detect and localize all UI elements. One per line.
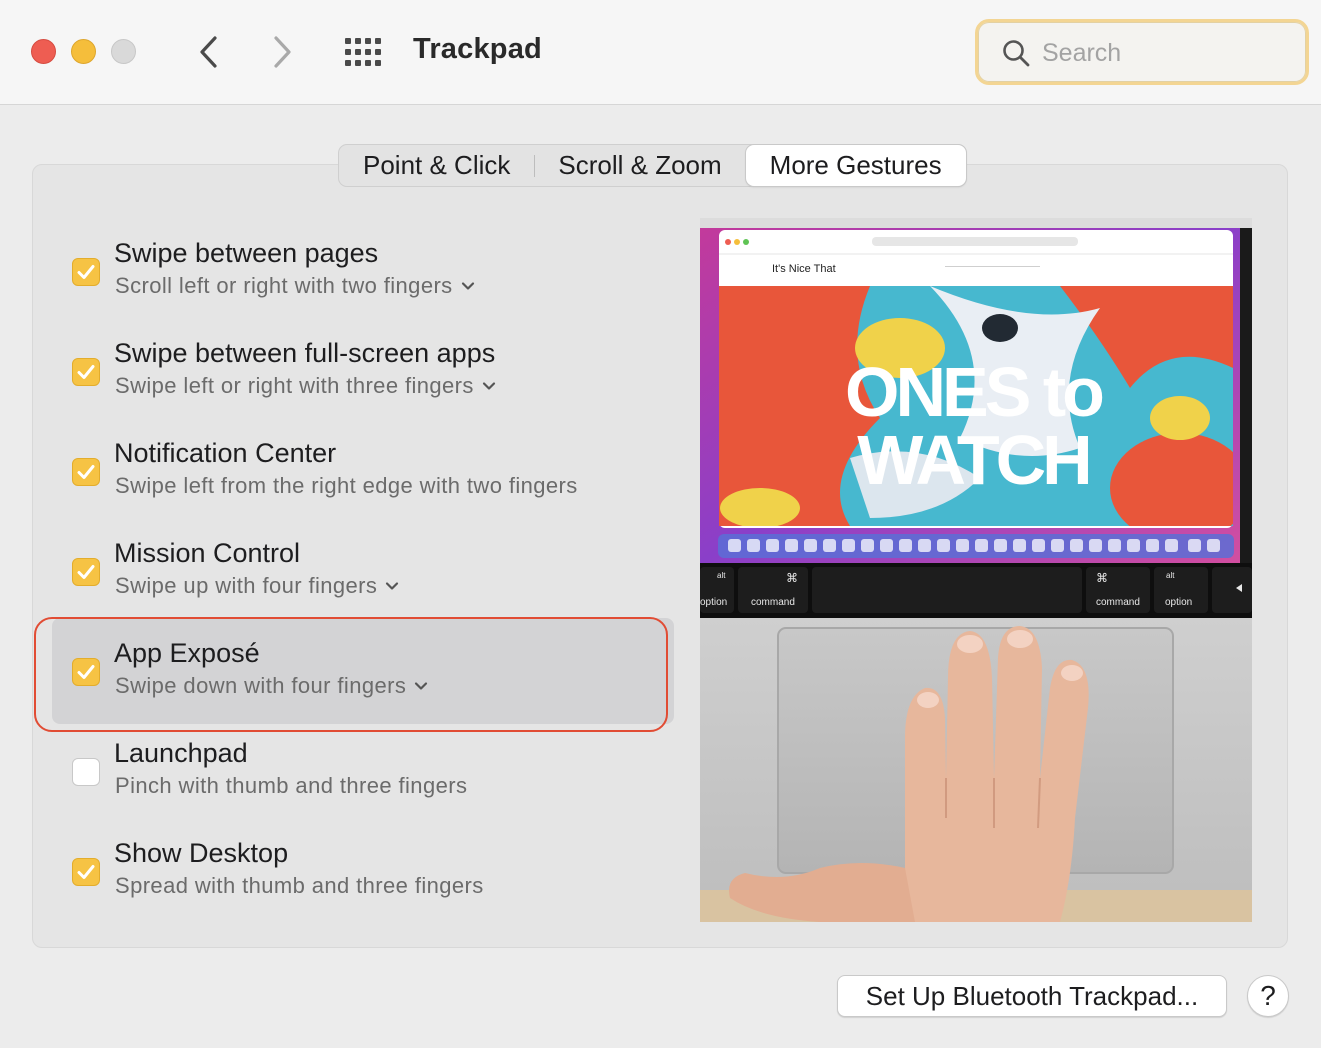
gesture-option-popup[interactable]: Swipe left or right with three fingers — [115, 373, 496, 399]
key-right-command: command — [1096, 597, 1140, 608]
chevron-left-icon — [200, 36, 217, 68]
checkbox[interactable] — [72, 258, 100, 286]
setup-bluetooth-trackpad-button[interactable]: Set Up Bluetooth Trackpad... — [837, 975, 1227, 1017]
checkmark-icon — [77, 365, 95, 379]
chevron-down-icon — [461, 282, 474, 290]
checkbox[interactable] — [72, 858, 100, 886]
tab-more-gestures[interactable]: More Gestures — [745, 145, 966, 186]
checkmark-icon — [77, 465, 95, 479]
preview-illustration: It's Nice That ONES to WATCH alt option … — [700, 218, 1252, 922]
checkmark-icon — [77, 665, 95, 679]
gesture-app-expose[interactable]: App Exposé Swipe down with four fingers — [52, 618, 674, 724]
gesture-launchpad[interactable]: Launchpad Pinch with thumb and three fin… — [52, 718, 674, 824]
gesture-subtitle: Swipe down with four fingers — [115, 673, 407, 698]
gesture-option-popup[interactable]: Scroll left or right with two fingers — [115, 273, 475, 299]
show-all-grid-icon[interactable] — [344, 37, 384, 67]
preview-headline-line1: ONES to — [845, 353, 1103, 431]
minimize-button[interactable] — [71, 39, 96, 64]
gesture-title: Show Desktop — [114, 838, 289, 868]
gesture-subtitle: Swipe up with four fingers — [115, 573, 378, 598]
tab-point-click[interactable]: Point & Click — [339, 145, 534, 186]
search-input[interactable] — [1042, 36, 1282, 70]
gesture-swipe-between-pages[interactable]: Swipe between pages Scroll left or right… — [52, 218, 674, 324]
chevron-down-icon — [415, 682, 428, 690]
key-right-cmd-symbol: ⌘ — [1096, 571, 1108, 585]
forward-button[interactable] — [263, 30, 303, 74]
gesture-subtitle: Pinch with thumb and three fingers — [115, 773, 468, 798]
chevron-right-icon — [274, 36, 291, 68]
zoom-button[interactable] — [111, 39, 136, 64]
key-left-command: command — [751, 597, 795, 608]
key-right-alt: alt — [1166, 571, 1175, 580]
gesture-title: Swipe between pages — [114, 238, 379, 268]
gesture-subtitle: Swipe left from the right edge with two … — [115, 473, 578, 498]
checkbox[interactable] — [72, 758, 100, 786]
checkbox[interactable] — [72, 658, 100, 686]
chevron-down-icon — [482, 382, 495, 390]
gesture-notification-center[interactable]: Notification Center Swipe left from the … — [52, 418, 674, 524]
gesture-title: Notification Center — [114, 438, 337, 468]
key-left-option: option — [700, 597, 727, 608]
gesture-preview-video: It's Nice That ONES to WATCH alt option … — [700, 218, 1252, 922]
gesture-title: Mission Control — [114, 538, 301, 568]
gesture-swipe-between-fullscreen-apps[interactable]: Swipe between full-screen apps Swipe lef… — [52, 318, 674, 424]
checkbox[interactable] — [72, 558, 100, 586]
gesture-show-desktop[interactable]: Show Desktop Spread with thumb and three… — [52, 818, 674, 924]
back-button[interactable] — [188, 30, 228, 74]
gesture-mission-control[interactable]: Mission Control Swipe up with four finge… — [52, 518, 674, 624]
gesture-subtitle: Scroll left or right with two fingers — [115, 273, 453, 298]
gesture-title: Swipe between full-screen apps — [114, 338, 496, 368]
key-left-alt: alt — [717, 571, 726, 580]
checkmark-icon — [77, 865, 95, 879]
gesture-option-popup[interactable]: Swipe up with four fingers — [115, 573, 399, 599]
gesture-subtitle: Swipe left or right with three fingers — [115, 373, 474, 398]
key-left-cmd-symbol: ⌘ — [786, 571, 798, 585]
tab-scroll-zoom[interactable]: Scroll & Zoom — [534, 145, 745, 186]
search-icon — [1003, 40, 1030, 67]
checkbox[interactable] — [72, 358, 100, 386]
gesture-title: Launchpad — [114, 738, 248, 768]
close-button[interactable] — [31, 39, 56, 64]
chevron-down-icon — [386, 582, 399, 590]
preview-headline-line2: WATCH — [857, 421, 1088, 499]
toolbar: Trackpad — [0, 0, 1321, 105]
checkbox[interactable] — [72, 458, 100, 486]
gesture-option-popup[interactable]: Swipe down with four fingers — [115, 673, 428, 699]
gesture-title: App Exposé — [114, 638, 260, 668]
checkmark-icon — [77, 265, 95, 279]
checkmark-icon — [77, 565, 95, 579]
tab-bar: Point & Click Scroll & Zoom More Gesture… — [338, 144, 967, 187]
window-title: Trackpad — [413, 33, 542, 65]
search-field[interactable] — [975, 19, 1309, 85]
key-right-option: option — [1165, 597, 1192, 608]
gesture-subtitle: Spread with thumb and three fingers — [115, 873, 484, 898]
help-button[interactable]: ? — [1247, 975, 1289, 1017]
preview-site-name: It's Nice That — [772, 263, 836, 275]
